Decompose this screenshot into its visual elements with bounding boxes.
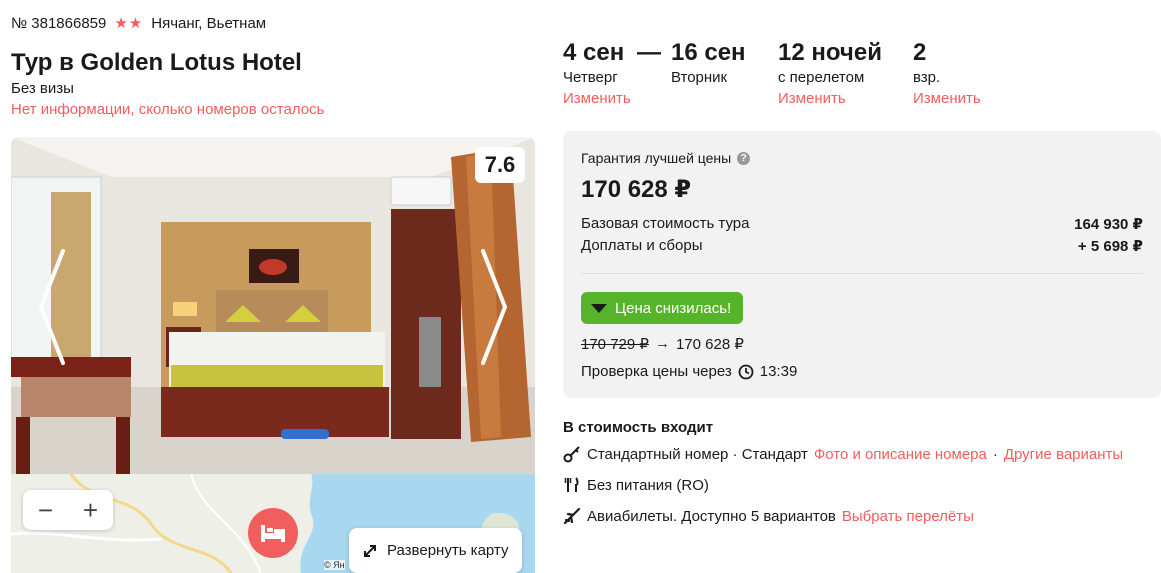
clock-icon [738, 364, 754, 379]
end-weekday: Вторник [671, 69, 728, 86]
start-date: 4 сен [563, 39, 625, 66]
guests-block: 2 взр. Изменить [913, 38, 981, 107]
airplane-icon [563, 507, 581, 525]
start-date-block: 4 сен Четверг Изменить [563, 38, 631, 107]
base-price-label: Базовая стоимость тура [581, 215, 750, 232]
start-weekday: Четверг [563, 69, 618, 86]
separator-dot: · [992, 445, 998, 463]
hotel-rating-badge: 7.6 [475, 147, 525, 183]
price-change: 170 729 ₽ → 170 628 ₽ [581, 335, 744, 353]
change-guests-link[interactable]: Изменить [913, 90, 981, 107]
price-panel: Гарантия лучшей цены ? 170 628 ₽ Базовая… [563, 131, 1161, 398]
price-drop-badge: Цена снизилась! [581, 292, 744, 324]
guarantee-label: Гарантия лучшей цены [581, 150, 732, 166]
choose-flights-link[interactable]: Выбрать перелёты [842, 508, 974, 525]
room-other-options-link[interactable]: Другие варианты [1004, 446, 1123, 463]
expand-map-label: Развернуть карту [387, 542, 509, 559]
fees-label: Доплаты и сборы [581, 237, 703, 254]
change-nights-link[interactable]: Изменить [778, 90, 882, 107]
nights-count: 12 ночей [778, 39, 882, 66]
star-rating-icon: ★★ [114, 15, 144, 32]
map-zoom-controls: − + [23, 490, 113, 530]
tour-location: Нячанг, Вьетнам [151, 14, 267, 32]
total-price: 170 628 ₽ [581, 176, 692, 203]
fees-value: + 5 698 ₽ [1077, 238, 1143, 255]
nights-block: 12 ночей с перелетом Изменить [778, 38, 882, 107]
price-check-label: Проверка цены через [581, 363, 732, 380]
end-date: 16 сен [671, 39, 746, 66]
map-copyright: © Ян [324, 560, 345, 570]
flights-info: Авиабилеты. Доступно 5 вариантов [587, 507, 836, 525]
include-flights: Авиабилеты. Доступно 5 вариантов Выбрать… [563, 507, 974, 525]
guests-count: 2 [913, 39, 927, 66]
key-icon [563, 445, 581, 463]
bed-icon [261, 525, 285, 542]
fees-row: Доплаты и сборы + 5 698 ₽ [581, 237, 1143, 255]
nights-note: с перелетом [778, 69, 865, 86]
chevron-right-icon [481, 249, 508, 365]
hotel-map-pin[interactable] [248, 508, 298, 558]
price-check-timer: Проверка цены через 13:39 [581, 363, 797, 380]
photo-next-arrow[interactable] [479, 247, 509, 367]
best-price-guarantee: Гарантия лучшей цены ? [581, 150, 751, 166]
price-drop-label: Цена снизилась! [615, 299, 732, 317]
visa-info: Без визы [11, 80, 74, 97]
rooms-availability-note: Нет информации, сколько номеров осталось [11, 101, 325, 118]
help-icon[interactable]: ? [737, 151, 751, 165]
include-meals: Без питания (RO) [563, 476, 709, 494]
tour-number: № 381866859 [11, 14, 107, 32]
zoom-out-button[interactable]: − [23, 490, 68, 530]
expand-map-button[interactable]: Развернуть карту [349, 528, 523, 573]
change-dates-link[interactable]: Изменить [563, 90, 631, 107]
old-price: 170 729 ₽ [581, 336, 649, 353]
fork-knife-icon [563, 476, 581, 494]
meals-info: Без питания (RO) [587, 476, 709, 494]
price-divider [581, 273, 1143, 274]
date-range-dash: — [637, 39, 661, 66]
arrow-right-icon: → [654, 335, 670, 352]
triangle-down-icon [591, 303, 607, 313]
new-price: 170 628 ₽ [675, 336, 744, 353]
hotel-map[interactable]: − + © Ян Развернуть карту [11, 474, 535, 573]
zoom-in-button[interactable]: + [68, 490, 113, 530]
photo-prev-arrow[interactable] [37, 247, 67, 367]
expand-arrows-icon [364, 544, 376, 557]
include-room: Стандартный номер · Стандарт Фото и опис… [563, 445, 1123, 463]
hotel-photo[interactable]: 7.6 [11, 137, 535, 474]
room-type: Стандартный номер · Стандарт [587, 445, 808, 463]
guests-note: взр. [913, 69, 941, 86]
base-price-value: 164 930 ₽ [1074, 216, 1143, 233]
hotel-room-image [11, 137, 535, 474]
page-title: Тур в Golden Lotus Hotel [11, 49, 302, 76]
price-check-time: 13:39 [759, 363, 798, 380]
includes-title: В стоимость входит [563, 419, 714, 436]
tour-meta: № 381866859 ★★ Нячанг, Вьетнам [11, 14, 267, 33]
chevron-left-icon [38, 249, 65, 365]
end-date-block: 16 сен Вторник [671, 38, 746, 86]
base-price-row: Базовая стоимость тура 164 930 ₽ [581, 215, 1143, 233]
room-photo-link[interactable]: Фото и описание номера [814, 446, 987, 463]
